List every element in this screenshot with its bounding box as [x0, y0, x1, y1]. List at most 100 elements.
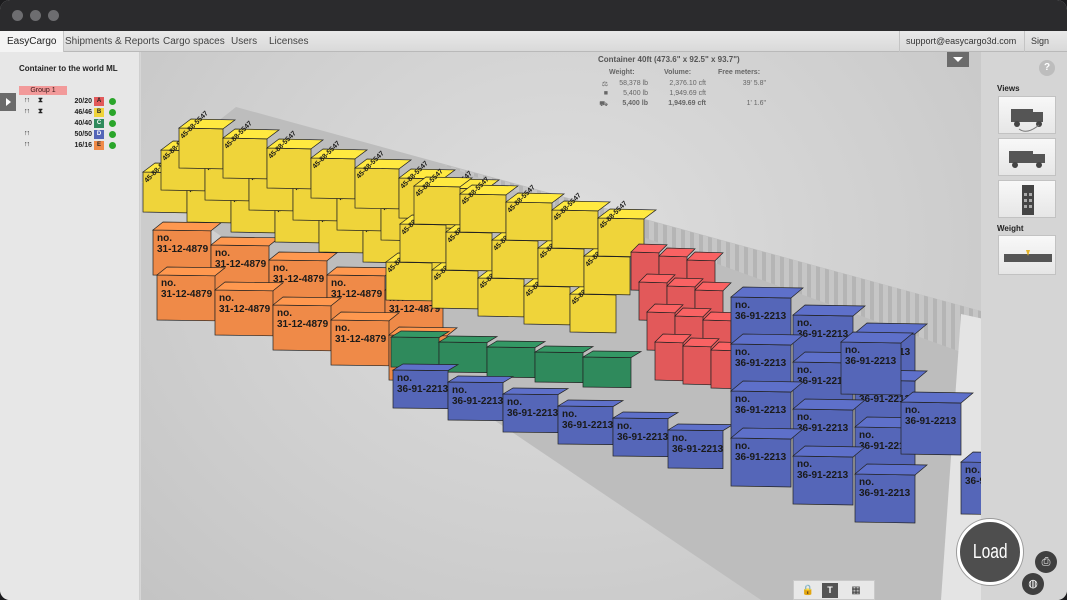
svg-text:no.: no. [672, 433, 687, 444]
cargo-color-label: C [94, 119, 104, 128]
nav-licenses[interactable]: Licenses [262, 31, 315, 52]
svg-text:no.: no. [735, 300, 750, 311]
svg-text:no.: no. [157, 233, 172, 244]
svg-text:36-91-2213: 36-91-2213 [507, 408, 559, 419]
cargo-box-blue[interactable]: no.36-91-2213 [960, 451, 981, 515]
weight-label: Weight [997, 224, 1024, 233]
scale-icon: ⚖ [601, 81, 608, 88]
support-email-link[interactable]: support@easycargo3d.com [899, 31, 1022, 52]
title-bar [0, 0, 1067, 31]
svg-text:no.: no. [845, 345, 860, 356]
upright-icon: ↑↑ [24, 97, 30, 104]
maximize-window-icon[interactable] [48, 10, 59, 21]
weight-header: Weight: [609, 69, 635, 76]
nav-app-name[interactable]: EasyCargo [0, 31, 65, 52]
cargo-color-label: D [94, 130, 104, 139]
load-button[interactable]: Load [957, 519, 1023, 585]
svg-text:31-12-4879: 31-12-4879 [157, 244, 209, 255]
svg-text:no.: no. [797, 459, 812, 470]
fragile-icon: ⧗ [38, 97, 43, 104]
load-button-label: Load [972, 541, 1008, 563]
svg-text:no.: no. [161, 278, 176, 289]
cargo-list-panel: Container to the world ML Group 1 ↑↑ ⧗ 2… [0, 52, 140, 600]
views-panel: ? Views Weight [981, 52, 1067, 600]
truck-top-icon [1022, 185, 1034, 215]
views-label: Views [997, 84, 1020, 93]
upright-icon: ↑↑ [24, 130, 30, 137]
cargo-count: 20/20 [74, 98, 92, 105]
cargo-box-blue[interactable]: no.36-91-2213 [666, 423, 735, 469]
svg-text:31-12-4879: 31-12-4879 [277, 319, 329, 330]
globe-icon[interactable]: ◍ [1022, 573, 1044, 595]
svg-text:36-91-2213: 36-91-2213 [672, 444, 724, 455]
cargo-color-label: B [94, 108, 104, 117]
help-icon[interactable]: ? [1039, 60, 1055, 76]
total-weight: 58,378 lb [619, 80, 648, 87]
close-window-icon[interactable] [12, 10, 23, 21]
box-icon: ■ [603, 90, 608, 97]
nav-users[interactable]: Users [224, 31, 264, 52]
svg-text:36-91-2213: 36-91-2213 [797, 329, 849, 340]
upright-icon: ↑↑ [24, 108, 30, 115]
view-perspective-button[interactable] [998, 96, 1056, 134]
group-label[interactable]: Group 1 [19, 86, 67, 95]
svg-text:31-12-4879: 31-12-4879 [219, 304, 271, 315]
svg-text:no.: no. [219, 293, 234, 304]
container-title: Container 40ft (473.6" x 92.5" x 93.7") [598, 55, 740, 64]
svg-text:31-12-4879: 31-12-4879 [335, 334, 387, 345]
svg-text:36-91-2213: 36-91-2213 [617, 432, 669, 443]
svg-text:no.: no. [452, 385, 467, 396]
layout-icon[interactable]: ▦ [848, 583, 864, 598]
svg-text:no.: no. [273, 263, 288, 274]
svg-text:no.: no. [215, 248, 230, 259]
svg-text:36-91-2213: 36-91-2213 [562, 420, 614, 431]
svg-text:36-91-2213: 36-91-2213 [735, 358, 787, 369]
cargo-volume: 1,949.69 cft [668, 100, 706, 107]
nav-cargo-spaces[interactable]: Cargo spaces [156, 31, 232, 52]
view-toolbar: 🔒 T ▦ [793, 580, 875, 600]
svg-text:36-91-2213: 36-91-2213 [735, 452, 787, 463]
svg-text:36-91-2213: 36-91-2213 [452, 396, 504, 407]
svg-text:36-91-2213: 36-91-2213 [905, 416, 957, 427]
volume-header: Volume: [664, 69, 692, 76]
svg-text:36-91-2213: 36-91-2213 [797, 423, 849, 434]
svg-text:36-91-2213: 36-91-2213 [797, 470, 849, 481]
truck-perspective-icon [1011, 109, 1043, 132]
svg-text:36-91-2213: 36-91-2213 [735, 311, 787, 322]
cargo-count: 50/50 [74, 131, 92, 138]
sign-out-button[interactable]: Sign out [1024, 31, 1067, 67]
svg-text:36-91-2213: 36-91-2213 [397, 384, 449, 395]
svg-text:no.: no. [507, 397, 522, 408]
svg-text:36-91-2213: 36-91-2213 [859, 488, 911, 499]
svg-text:no.: no. [335, 323, 350, 334]
svg-text:36-91-2213: 36-91-2213 [965, 476, 981, 487]
container-info: Container 40ft (473.6" x 92.5" x 93.7") … [598, 55, 798, 108]
expand-panel-button[interactable] [0, 93, 16, 111]
print-icon[interactable]: ⎙ [1035, 551, 1057, 573]
container-3d-scene[interactable]: no.31-12-4879 no.31-12-4879 no.31-12-4879 n… [141, 52, 981, 600]
options-dropdown-button[interactable] [947, 52, 969, 67]
3d-viewport[interactable]: no. 31-12-4879 no. 31-12-4879 no. 31-12-4879 n… [141, 52, 981, 600]
view-top-button[interactable] [998, 180, 1056, 218]
cargo-count: 40/40 [74, 120, 92, 127]
svg-text:no.: no. [905, 405, 920, 416]
lock-icon[interactable]: 🔒 [800, 583, 816, 598]
status-dot [109, 142, 116, 149]
total-volume: 2,376.10 cft [669, 80, 706, 87]
svg-text:no.: no. [617, 421, 632, 432]
loaded-volume: 1,949.69 cft [669, 90, 706, 97]
fragile-icon: ⧗ [38, 108, 43, 115]
cargo-free-meters: 1' 1.6" [746, 100, 766, 107]
weight-gauge-icon [1004, 250, 1052, 262]
status-dot [109, 98, 116, 105]
svg-text:no.: no. [735, 347, 750, 358]
svg-text:no.: no. [797, 412, 812, 423]
truck-side-icon [1009, 151, 1045, 168]
weight-distribution-button[interactable] [998, 235, 1056, 275]
minimize-window-icon[interactable] [30, 10, 41, 21]
text-toggle-icon[interactable]: T [822, 583, 838, 598]
svg-text:no.: no. [797, 365, 812, 376]
svg-text:no.: no. [735, 394, 750, 405]
view-side-button[interactable] [998, 138, 1056, 176]
nav-shipments-reports[interactable]: Shipments & Reports [58, 31, 167, 52]
